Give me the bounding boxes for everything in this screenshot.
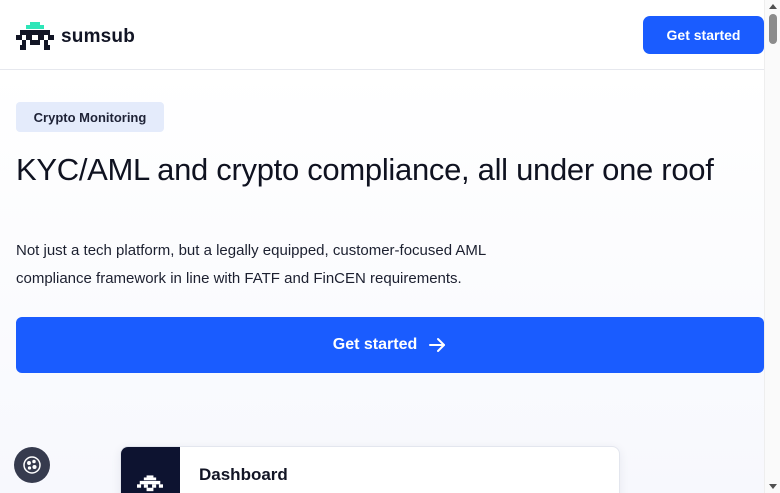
logo-text: sumsub (61, 25, 136, 47)
category-badge: Crypto Monitoring (16, 102, 164, 132)
scroll-down-arrow-icon[interactable] (769, 484, 777, 489)
hero-headline: KYC/AML and crypto compliance, all under… (16, 152, 714, 187)
hero-cta-label: Get started (332, 336, 418, 353)
scrollbar-thumb[interactable] (769, 14, 777, 44)
dashboard-preview-card: Dashboard (120, 446, 620, 493)
dashboard-sidebar (121, 447, 180, 493)
header-get-started-button[interactable]: Get started (643, 16, 764, 54)
arrow-right-icon (429, 338, 446, 352)
hero-subtext: Not just a tech platform, but a legally … (16, 242, 486, 287)
site-header: sumsub Get started (0, 0, 764, 70)
sumsub-robot-icon (16, 22, 54, 50)
sumsub-robot-icon (137, 475, 163, 492)
hero-get-started-button[interactable]: Get started (16, 317, 764, 373)
scroll-up-arrow-icon[interactable] (769, 4, 777, 9)
dashboard-title: Dashboard (199, 465, 288, 484)
cookie-settings-button[interactable] (14, 447, 50, 483)
cookie-icon (23, 456, 41, 474)
sumsub-logo[interactable]: sumsub (16, 22, 135, 50)
page-scrollbar[interactable] (764, 0, 780, 493)
hero-section: Crypto Monitoring KYC/AML and crypto com… (0, 70, 764, 493)
